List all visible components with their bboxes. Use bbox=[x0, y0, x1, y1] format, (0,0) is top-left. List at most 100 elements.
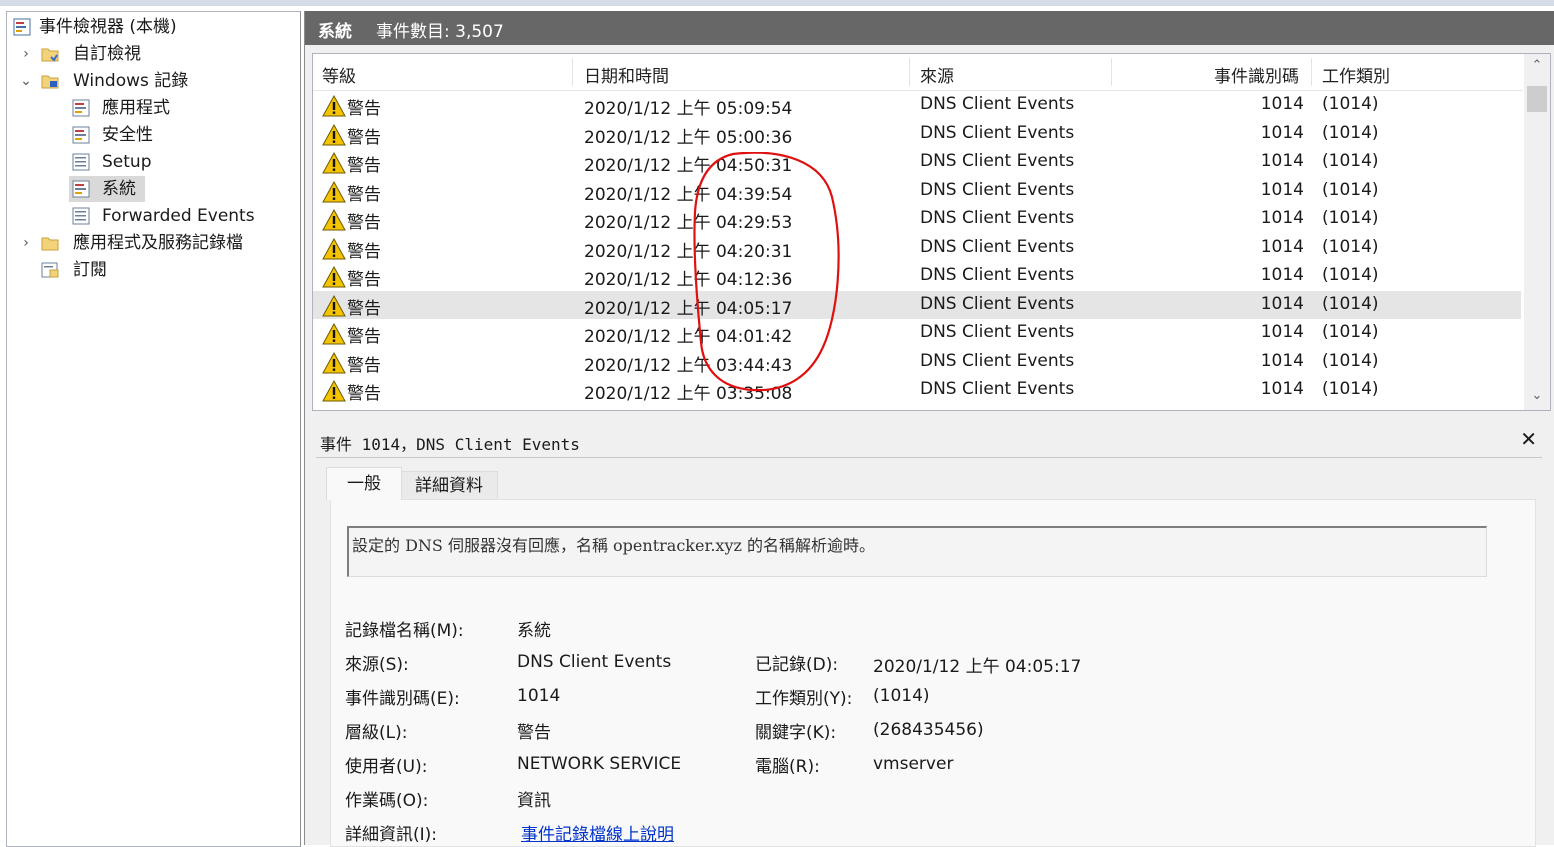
close-icon[interactable]: ✕ bbox=[1520, 427, 1537, 451]
event-row[interactable]: 警告 2020/1/12 上午 05:09:54 DNS Client Events… bbox=[313, 91, 1521, 120]
warning-icon bbox=[322, 351, 346, 373]
tree-item-windows-logs[interactable]: ⌄ Windows 記錄 bbox=[19, 68, 289, 94]
content-pane: 系統 事件數目: 3,507 等級 日期和時間 來源 事件識別碼 工作類別 警告… bbox=[304, 11, 1554, 847]
tree-item-setup[interactable]: Setup bbox=[69, 149, 269, 175]
warning-icon bbox=[322, 237, 346, 259]
label-task-category: 工作類別(Y): bbox=[755, 689, 853, 709]
cell-event-id: 1014 bbox=[1260, 122, 1304, 143]
column-divider[interactable] bbox=[909, 58, 910, 86]
tree-item-security[interactable]: 安全性 bbox=[69, 122, 269, 148]
cell-level: 警告 bbox=[347, 298, 381, 319]
scrollbar-thumb[interactable] bbox=[1527, 86, 1547, 112]
value-level[interactable]: 警告 bbox=[517, 718, 551, 743]
cell-event-id: 1014 bbox=[1260, 379, 1304, 399]
event-row[interactable]: 警告 2020/1/12 上午 05:00:36 DNS Client Events… bbox=[313, 120, 1521, 149]
value-user[interactable]: NETWORK SERVICE bbox=[517, 754, 681, 774]
log-icon bbox=[72, 180, 90, 198]
tree-item-system[interactable]: 系統 bbox=[69, 176, 145, 202]
tree-label-security: 安全性 bbox=[102, 125, 153, 145]
cell-datetime: 2020/1/12 上午 04:39:54 bbox=[584, 184, 793, 205]
label-user: 使用者(U): bbox=[345, 757, 428, 777]
event-message-box[interactable]: 設定的 DNS 伺服器沒有回應，名稱 opentracker.xyz 的名稱解析… bbox=[347, 526, 1487, 577]
label-more-info: 詳細資訊(I): bbox=[345, 825, 438, 845]
cell-level: 警告 bbox=[347, 270, 381, 290]
event-row[interactable]: 警告 2020/1/12 上午 04:12:36 DNS Client Events… bbox=[313, 262, 1521, 291]
tree-label-setup: Setup bbox=[102, 152, 152, 172]
event-row[interactable]: 警告 2020/1/12 上午 03:44:43 DNS Client Events… bbox=[313, 348, 1521, 377]
column-divider[interactable] bbox=[572, 58, 573, 86]
cell-level: 警告 bbox=[347, 355, 381, 376]
cell-source: DNS Client Events bbox=[920, 208, 1075, 228]
event-list-scrollbar[interactable]: ⌃ ⌄ bbox=[1524, 54, 1550, 410]
column-header-event-id[interactable]: 事件識別碼 bbox=[1214, 62, 1299, 87]
event-row[interactable]: 警告 2020/1/12 上午 04:29:53 DNS Client Events… bbox=[313, 205, 1521, 234]
subscription-icon bbox=[41, 262, 59, 278]
tab-general[interactable]: 一般 bbox=[326, 467, 402, 500]
chevron-down-icon[interactable]: ⌄ bbox=[19, 68, 33, 94]
cell-event-id: 1014 bbox=[1260, 322, 1304, 342]
cell-event-id: 1014 bbox=[1260, 236, 1304, 257]
cell-source: DNS Client Events bbox=[920, 122, 1075, 143]
log-icon bbox=[72, 126, 90, 144]
cell-task-category: (1014) bbox=[1322, 179, 1379, 200]
value-source[interactable]: DNS Client Events bbox=[517, 652, 671, 672]
more-info-link[interactable]: 事件記錄檔線上說明 bbox=[521, 820, 674, 845]
value-keywords[interactable]: (268435456) bbox=[873, 720, 984, 740]
cell-datetime: 2020/1/12 上午 04:12:36 bbox=[584, 270, 793, 290]
value-event-id[interactable]: 1014 bbox=[517, 686, 560, 706]
folder-icon bbox=[41, 237, 59, 251]
tree-item-root[interactable]: 事件檢視器 (本機) bbox=[13, 14, 293, 40]
cell-level: 警告 bbox=[347, 184, 381, 205]
event-row[interactable]: 警告 2020/1/12 上午 04:20:31 DNS Client Events… bbox=[313, 234, 1521, 263]
tree-item-app-service-logs[interactable]: › 應用程式及服務記錄檔 bbox=[19, 230, 289, 256]
column-divider[interactable] bbox=[1311, 58, 1312, 86]
column-header-task-category[interactable]: 工作類別 bbox=[1322, 62, 1390, 87]
cell-event-id: 1014 bbox=[1260, 208, 1304, 228]
chevron-right-icon[interactable]: › bbox=[19, 230, 33, 256]
cell-datetime: 2020/1/12 上午 04:50:31 bbox=[584, 156, 793, 176]
tree-label-windows-logs: Windows 記錄 bbox=[73, 71, 189, 91]
value-logged[interactable]: 2020/1/12 上午 04:05:17 bbox=[873, 652, 1081, 677]
cell-task-category: (1014) bbox=[1322, 122, 1379, 143]
tab-details[interactable]: 詳細資料 bbox=[400, 471, 498, 500]
label-computer: 電腦(R): bbox=[755, 757, 820, 777]
tree-item-subscriptions[interactable]: 訂閱 bbox=[19, 257, 289, 283]
scroll-up-icon[interactable]: ⌃ bbox=[1524, 58, 1550, 73]
tree-item-custom-views[interactable]: › 自訂檢視 bbox=[19, 41, 289, 67]
column-header-datetime[interactable]: 日期和時間 bbox=[584, 62, 669, 87]
value-log-name[interactable]: 系統 bbox=[517, 616, 551, 641]
log-icon bbox=[72, 99, 90, 117]
tree-label-system: 系統 bbox=[102, 179, 136, 199]
column-header-source[interactable]: 來源 bbox=[920, 62, 954, 87]
cell-level: 警告 bbox=[347, 327, 381, 347]
event-row[interactable]: 警告 2020/1/12 上午 03:35:08 DNS Client Events… bbox=[313, 376, 1521, 405]
column-header-row: 等級 日期和時間 來源 事件識別碼 工作類別 bbox=[313, 54, 1523, 91]
cell-task-category: (1014) bbox=[1322, 379, 1379, 399]
cell-level: 警告 bbox=[347, 127, 381, 148]
cell-datetime: 2020/1/12 上午 05:09:54 bbox=[584, 99, 793, 119]
event-list: 等級 日期和時間 來源 事件識別碼 工作類別 警告 2020/1/12 上午 05… bbox=[312, 53, 1551, 411]
event-row[interactable]: 警告 2020/1/12 上午 04:05:17 DNS Client Events… bbox=[313, 290, 1521, 319]
label-event-id: 事件識別碼(E): bbox=[345, 689, 460, 709]
tree-item-application[interactable]: 應用程式 bbox=[69, 95, 269, 121]
chevron-right-icon[interactable]: › bbox=[19, 41, 33, 67]
label-level: 層級(L): bbox=[345, 723, 408, 743]
value-computer[interactable]: vmserver bbox=[873, 754, 953, 774]
folder-icon bbox=[41, 48, 59, 62]
event-row[interactable]: 警告 2020/1/12 上午 04:01:42 DNS Client Events… bbox=[313, 319, 1521, 348]
event-row[interactable]: 警告 2020/1/12 上午 04:39:54 DNS Client Events… bbox=[313, 177, 1521, 206]
cell-source: DNS Client Events bbox=[920, 265, 1075, 285]
value-task-category[interactable]: (1014) bbox=[873, 686, 930, 706]
warning-icon bbox=[322, 152, 346, 174]
tree-item-forwarded-events[interactable]: Forwarded Events bbox=[69, 203, 269, 229]
value-opcode[interactable]: 資訊 bbox=[517, 786, 551, 811]
tree-label-application: 應用程式 bbox=[102, 98, 170, 118]
column-divider[interactable] bbox=[1111, 58, 1112, 86]
event-row[interactable]: 警告 2020/1/12 上午 04:50:31 DNS Client Events… bbox=[313, 148, 1521, 177]
scroll-down-icon[interactable]: ⌄ bbox=[1524, 388, 1550, 403]
cell-source: DNS Client Events bbox=[920, 179, 1075, 200]
warning-icon bbox=[322, 95, 346, 117]
event-message: 設定的 DNS 伺服器沒有回應，名稱 opentracker.xyz 的名稱解析… bbox=[352, 536, 875, 555]
cell-task-category: (1014) bbox=[1322, 151, 1379, 171]
column-header-level[interactable]: 等級 bbox=[322, 62, 356, 87]
